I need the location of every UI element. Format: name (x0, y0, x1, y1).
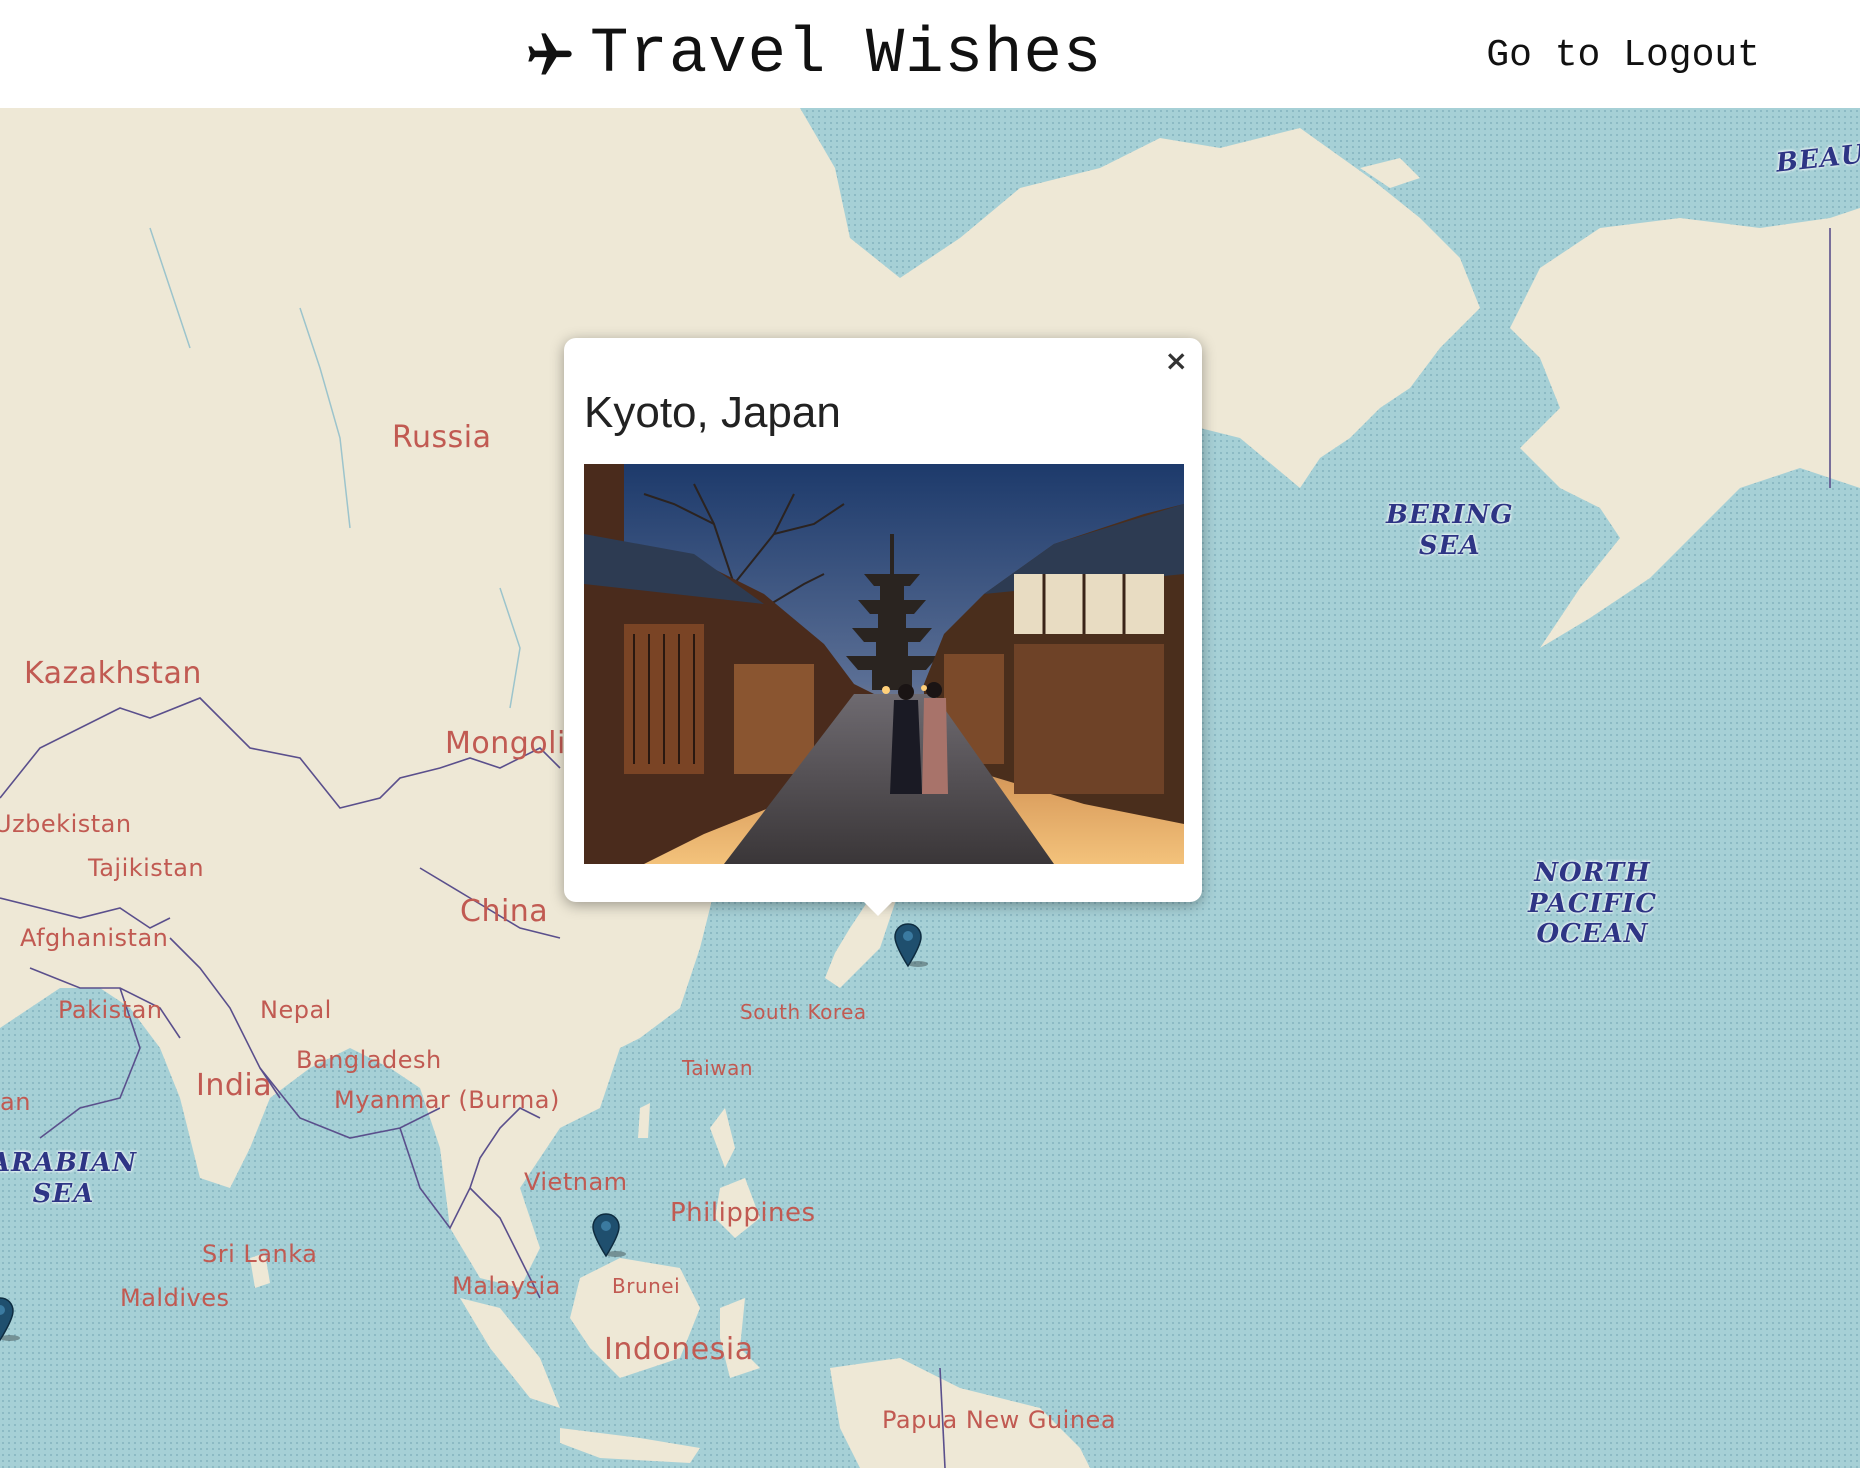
kyoto-street-pagoda-photo-icon (584, 464, 1184, 864)
label-myanmar: Myanmar (Burma) (334, 1086, 560, 1114)
popup-tip (860, 898, 896, 916)
logout-link[interactable]: Go to Logout (1486, 34, 1760, 77)
label-taiwan: Taiwan (682, 1056, 754, 1080)
popup-title: Kyoto, Japan (584, 388, 841, 437)
label-south-korea: South Korea (740, 1000, 867, 1024)
label-bering-sea: BERING SEA (1386, 500, 1514, 561)
label-china: China (460, 894, 549, 929)
label-arabian-sea: ARABIAN SEA (0, 1148, 138, 1209)
header-bar: Travel Wishes Go to Logout (0, 0, 1860, 108)
map-marker-kyoto[interactable] (894, 922, 928, 968)
map-marker-indian-ocean[interactable] (0, 1296, 20, 1342)
label-brunei: Brunei (612, 1274, 681, 1298)
label-north-pacific-ocean: NORTH PACIFIC OCEAN (1528, 858, 1658, 950)
label-russia: Russia (392, 420, 492, 455)
label-philippines: Philippines (670, 1198, 816, 1228)
location-popup: × Kyoto, Japan (564, 338, 1202, 902)
label-tajikistan: Tajikistan (88, 854, 205, 882)
label-bangladesh: Bangladesh (296, 1046, 442, 1074)
label-kazakhstan: Kazakhstan (24, 656, 202, 691)
label-india: India (196, 1068, 273, 1103)
close-icon[interactable]: × (1165, 344, 1188, 377)
kyoto-photo (584, 464, 1184, 864)
map-marker-southeast-asia[interactable] (592, 1212, 626, 1258)
airplane-icon (528, 33, 572, 75)
brand[interactable]: Travel Wishes (524, 10, 1102, 100)
app-title: Travel Wishes (590, 19, 1103, 91)
label-uzbekistan: Uzbekistan (0, 810, 132, 838)
label-indonesia: Indonesia (604, 1332, 754, 1367)
label-maldives: Maldives (120, 1284, 230, 1312)
label-mongolia: Mongoli (445, 726, 566, 761)
label-papua-new-guinea: Papua New Guinea (882, 1406, 1117, 1434)
label-sri-lanka: Sri Lanka (202, 1240, 318, 1268)
label-pakistan: Pakistan (58, 996, 163, 1024)
label-nepal: Nepal (260, 996, 332, 1024)
label-afghanistan: Afghanistan (20, 924, 169, 952)
label-vietnam: Vietnam (524, 1168, 628, 1196)
label-malaysia: Malaysia (452, 1272, 561, 1300)
label-iran-partial: an (0, 1088, 31, 1116)
